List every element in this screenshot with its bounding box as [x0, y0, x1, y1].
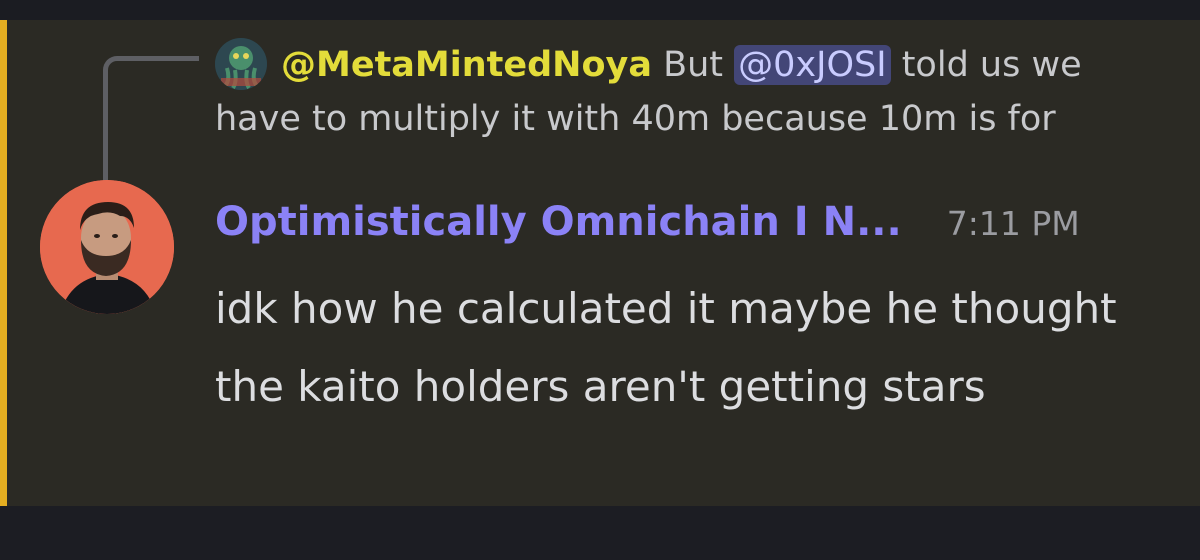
chat-message[interactable]: @MetaMintedNoya But @0xJOSI told us we h…: [0, 20, 1200, 506]
message-timestamp[interactable]: 7:11 PM: [947, 204, 1080, 243]
reply-text-before: But: [663, 45, 724, 85]
message-author-name[interactable]: Optimistically Omnichain I N...: [215, 199, 902, 245]
message-content: idk how he calculated it maybe he though…: [215, 284, 1117, 411]
message-header: Optimistically Omnichain I N... 7:11 PM: [215, 192, 1080, 252]
top-divider: [0, 0, 1200, 20]
mention-highlight-bar: [0, 20, 7, 506]
bearded-man-avatar-icon: [40, 180, 174, 314]
reply-author-name[interactable]: @MetaMintedNoya: [281, 45, 652, 85]
message-author-avatar[interactable]: [40, 180, 174, 314]
reply-connector-line: [103, 56, 199, 184]
replied-message-preview[interactable]: @MetaMintedNoya But @0xJOSI told us we h…: [215, 38, 1165, 146]
bottom-divider: [0, 506, 1200, 560]
user-mention[interactable]: @0xJOSI: [734, 45, 891, 85]
